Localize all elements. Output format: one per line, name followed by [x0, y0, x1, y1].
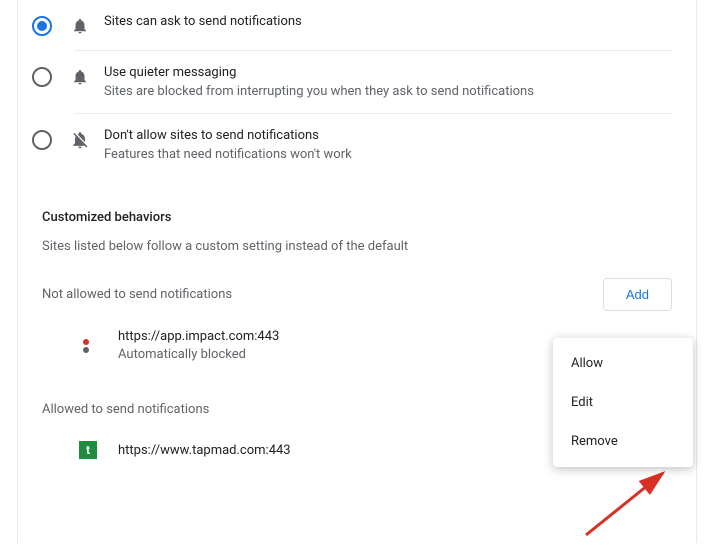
- site-actions-menu: Allow Edit Remove: [553, 338, 693, 467]
- radio-option-block[interactable]: Don't allow sites to send notifications …: [18, 114, 696, 176]
- site-favicon-icon: [78, 336, 98, 356]
- site-favicon-icon: t: [78, 440, 98, 460]
- radio-sublabel: Sites are blocked from interrupting you …: [104, 84, 672, 99]
- radio-icon: [32, 16, 52, 36]
- bell-icon: [70, 16, 90, 36]
- customized-description: Sites listed below follow a custom setti…: [42, 239, 672, 254]
- radio-option-ask[interactable]: Sites can ask to send notifications: [18, 0, 696, 50]
- blocked-list-label: Not allowed to send notifications: [42, 287, 232, 302]
- menu-item-allow[interactable]: Allow: [553, 344, 693, 383]
- radio-icon: [32, 67, 52, 87]
- customized-title: Customized behaviors: [42, 210, 672, 225]
- radio-icon: [32, 130, 52, 150]
- bell-icon: [70, 67, 90, 87]
- menu-item-edit[interactable]: Edit: [553, 383, 693, 422]
- blocked-list-header: Not allowed to send notifications Add: [18, 254, 696, 319]
- menu-item-remove[interactable]: Remove: [553, 422, 693, 461]
- radio-sublabel: Features that need notifications won't w…: [104, 147, 672, 162]
- radio-option-quieter[interactable]: Use quieter messaging Sites are blocked …: [18, 51, 696, 113]
- add-button[interactable]: Add: [603, 278, 672, 311]
- allowed-list-label: Allowed to send notifications: [42, 402, 209, 417]
- settings-panel: Sites can ask to send notifications Use …: [17, 0, 697, 543]
- customized-section: Customized behaviors Sites listed below …: [18, 176, 696, 254]
- bell-off-icon: [70, 130, 90, 150]
- radio-label: Sites can ask to send notifications: [104, 14, 672, 29]
- radio-label: Use quieter messaging: [104, 65, 672, 80]
- site-url: https://www.tapmad.com:443: [118, 443, 618, 458]
- radio-label: Don't allow sites to send notifications: [104, 128, 672, 143]
